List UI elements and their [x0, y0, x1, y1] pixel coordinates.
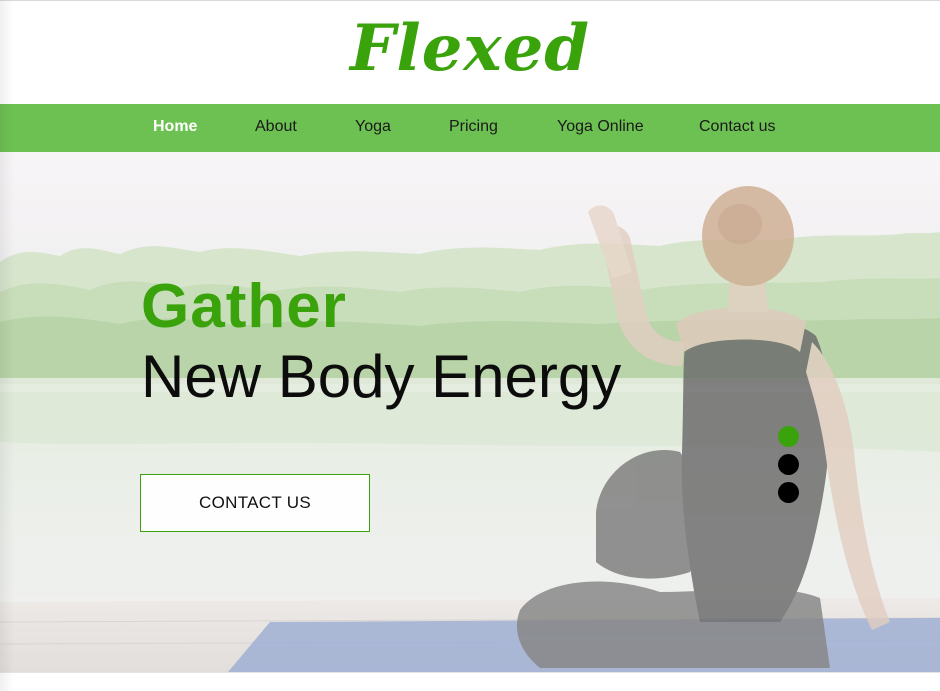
nav-item-about[interactable]: About: [255, 104, 297, 152]
nav-item-yoga-online[interactable]: Yoga Online: [557, 104, 644, 152]
nav-item-home[interactable]: Home: [153, 104, 197, 152]
hero-headline: New Body Energy: [141, 343, 622, 410]
nav-item-pricing[interactable]: Pricing: [449, 104, 498, 152]
hero-headline-accent: Gather: [141, 272, 347, 341]
nav-item-yoga[interactable]: Yoga: [355, 104, 391, 152]
page: Flexed Home About Yoga Pricing Yoga Onli…: [0, 0, 940, 691]
slider-dot-2[interactable]: [778, 454, 799, 475]
site-header: Flexed: [0, 1, 940, 104]
contact-us-button[interactable]: CONTACT US: [140, 474, 370, 532]
main-navigation: Home About Yoga Pricing Yoga Online Cont…: [0, 104, 940, 152]
hero-background-image: [0, 152, 940, 672]
page-footer-edge: [0, 672, 940, 691]
hero-slider: Gather New Body Energy CONTACT US: [0, 152, 940, 672]
slider-dot-3[interactable]: [778, 482, 799, 503]
site-logo[interactable]: Flexed: [0, 9, 940, 89]
slider-dot-1[interactable]: [778, 426, 799, 447]
nav-item-contact-us[interactable]: Contact us: [699, 104, 775, 152]
